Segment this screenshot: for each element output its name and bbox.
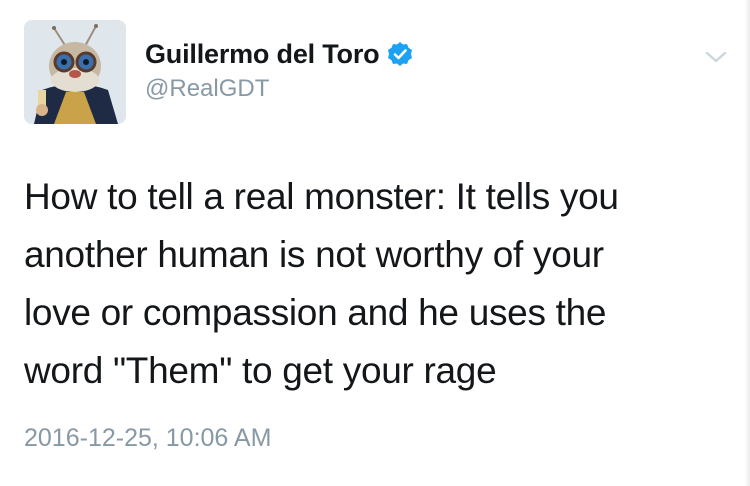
- display-name[interactable]: Guillermo del Toro: [145, 39, 380, 70]
- verified-badge-icon: [387, 41, 413, 67]
- tweet-text: How to tell a real monster: It tells you…: [24, 176, 619, 391]
- tweet-card: Guillermo del Toro @RealGDT How to tell …: [0, 0, 750, 486]
- tweet-timestamp[interactable]: 2016-12-25, 10:06 AM: [24, 424, 271, 453]
- avatar-creature-icon: [24, 20, 126, 124]
- author-handle[interactable]: @RealGDT: [145, 75, 269, 103]
- edge-shadow: [744, 0, 750, 486]
- chevron-down-icon[interactable]: [701, 44, 731, 70]
- author-avatar[interactable]: [24, 20, 126, 124]
- author-name-row[interactable]: Guillermo del Toro: [145, 38, 413, 70]
